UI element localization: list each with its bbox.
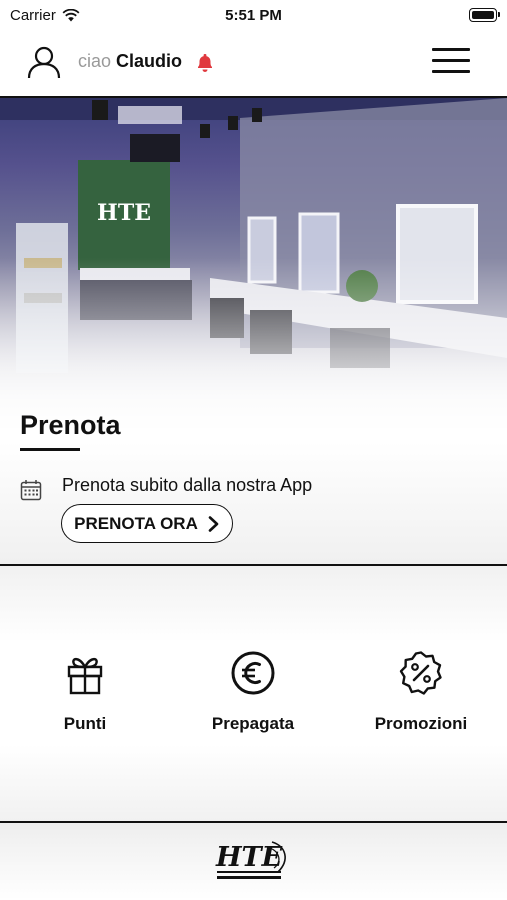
calendar-icon (20, 480, 42, 501)
percent-badge-icon (399, 651, 442, 695)
feature-promotions-label: Promozioni (374, 714, 468, 733)
booking-card: HTE Prenota Prenota subito dalla nostra … (0, 98, 507, 564)
photo-wall-logo: HTE (97, 200, 151, 226)
chevron-right-icon (208, 515, 219, 532)
booking-description: Prenota subito dalla nostra App (62, 475, 313, 495)
greeting: ciao Claudio (78, 51, 182, 72)
feature-prepaid-label: Prepagata (211, 714, 295, 733)
bell-icon[interactable] (194, 52, 216, 74)
greeting-word: ciao (78, 51, 112, 71)
gift-icon (67, 657, 103, 695)
hamburger-menu-button[interactable] (432, 48, 470, 78)
features-section: Punti Prepagata Promozioni (0, 566, 507, 821)
feature-points-label: Punti (63, 714, 107, 733)
carrier-label: Carrier (10, 6, 56, 24)
feature-promotions[interactable]: Promozioni (346, 650, 496, 734)
wifi-icon (62, 8, 80, 21)
feature-prepaid[interactable]: Prepagata (178, 650, 328, 734)
book-now-button[interactable]: PRENOTA ORA (61, 504, 233, 543)
battery-icon (469, 8, 500, 22)
booking-title: Prenota (20, 410, 121, 440)
user-profile-icon[interactable] (26, 44, 62, 80)
brand-logo: HTE (215, 841, 286, 879)
title-underline (20, 448, 80, 451)
app-header: ciao Claudio (0, 30, 507, 98)
user-name: Claudio (116, 51, 183, 71)
feature-points[interactable]: Punti (10, 650, 160, 734)
footer: HTE (0, 823, 507, 900)
status-bar: Carrier 5:51 PM (0, 0, 507, 30)
brand-logo-text: HTE (215, 842, 283, 873)
euro-icon (231, 651, 275, 695)
book-now-label: PRENOTA ORA (74, 513, 198, 533)
